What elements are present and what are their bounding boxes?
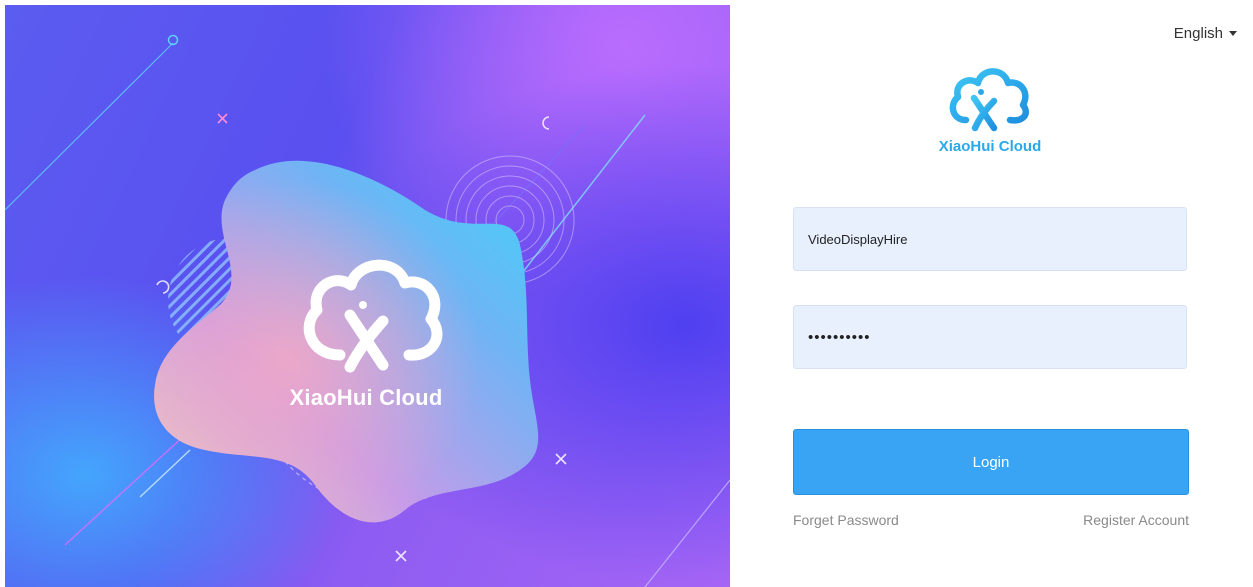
forget-password-link[interactable]: Forget Password [793,512,899,528]
hero-banner: XiaoHui Cloud [5,5,730,587]
caret-down-icon [1229,31,1237,36]
hero-decoration [5,34,730,587]
password-input[interactable] [793,305,1187,369]
close-mark-icon [395,550,407,562]
cloud-logo-icon [949,68,1029,132]
deco-line [64,434,186,546]
register-account-link[interactable]: Register Account [1083,512,1189,528]
deco-arc-mark [542,116,550,130]
close-mark-icon [555,453,567,465]
hero-brand-name: XiaoHui Cloud [289,385,443,410]
deco-line [139,449,191,498]
login-button[interactable]: Login [793,429,1189,495]
username-input[interactable] [793,207,1187,271]
deco-line [644,479,730,587]
language-selector[interactable]: English [1174,25,1237,42]
deco-line [5,42,174,211]
deco-arc-mark [156,280,170,294]
close-mark-icon [217,113,228,124]
hero-blob-glow [154,160,539,523]
language-label: English [1173,25,1223,42]
deco-line [504,114,646,296]
brand-name: XiaoHui Cloud [938,138,1042,155]
login-panel: English XiaoHui Cloud Login Forget Passw… [730,0,1253,587]
